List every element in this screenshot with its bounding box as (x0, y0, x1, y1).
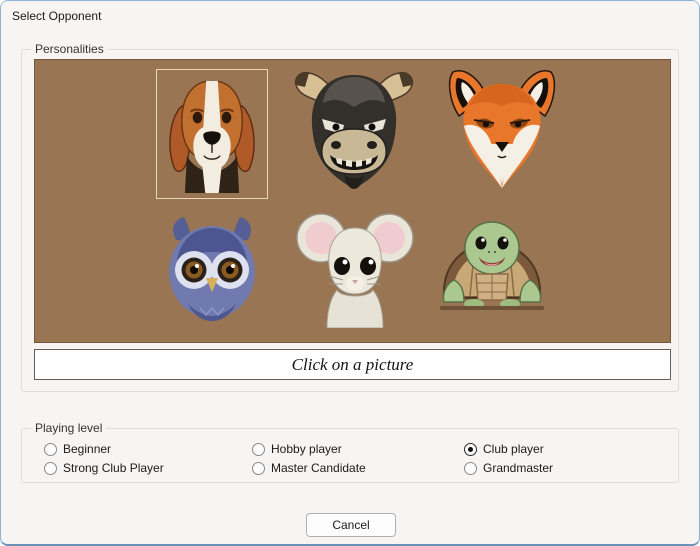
radio-option-grandmaster[interactable]: Grandmaster (464, 460, 553, 476)
bull-icon (292, 65, 416, 195)
personality-owl[interactable] (160, 216, 264, 322)
personalities-panel (34, 59, 671, 343)
playing-level-group: Playing level Beginner Strong Club Playe… (21, 428, 679, 483)
radio-option-hobby-player[interactable]: Hobby player (252, 441, 342, 457)
personality-fox[interactable] (443, 66, 561, 198)
radio-option-club-player[interactable]: Club player (464, 441, 544, 457)
hint-bar: Click on a picture (34, 349, 671, 380)
personality-beagle[interactable] (156, 69, 268, 199)
playing-level-group-label: Playing level (31, 421, 106, 436)
window-title: Select Opponent (12, 9, 101, 23)
personality-mouse[interactable] (295, 210, 415, 328)
radio-option-beginner[interactable]: Beginner (44, 441, 111, 457)
radio-circle-strong-club-player[interactable] (44, 462, 57, 475)
owl-icon (160, 216, 264, 322)
radio-option-master-candidate[interactable]: Master Candidate (252, 460, 366, 476)
beagle-dog-icon (162, 75, 262, 193)
turtle-icon (436, 218, 548, 314)
titlebar[interactable]: Select Opponent (1, 1, 699, 31)
radio-circle-master-candidate[interactable] (252, 462, 265, 475)
radio-circle-beginner[interactable] (44, 443, 57, 456)
mouse-icon (295, 210, 415, 328)
radio-option-strong-club-player[interactable]: Strong Club Player (44, 460, 164, 476)
radio-label: Beginner (63, 442, 111, 456)
personality-bull[interactable] (292, 65, 416, 195)
personalities-group: Personalities (21, 49, 679, 392)
hint-text: Click on a picture (292, 355, 414, 375)
radio-label: Grandmaster (483, 461, 553, 475)
radio-circle-club-player[interactable] (464, 443, 477, 456)
personality-turtle[interactable] (436, 218, 548, 314)
radio-label: Strong Club Player (63, 461, 164, 475)
personalities-group-label: Personalities (31, 42, 108, 57)
radio-circle-grandmaster[interactable] (464, 462, 477, 475)
select-opponent-dialog: Select Opponent Personalities (0, 0, 700, 546)
radio-label: Master Candidate (271, 461, 366, 475)
cancel-button[interactable]: Cancel (306, 513, 396, 537)
radio-circle-hobby-player[interactable] (252, 443, 265, 456)
fox-icon (443, 66, 561, 198)
radio-label: Hobby player (271, 442, 342, 456)
radio-label: Club player (483, 442, 544, 456)
